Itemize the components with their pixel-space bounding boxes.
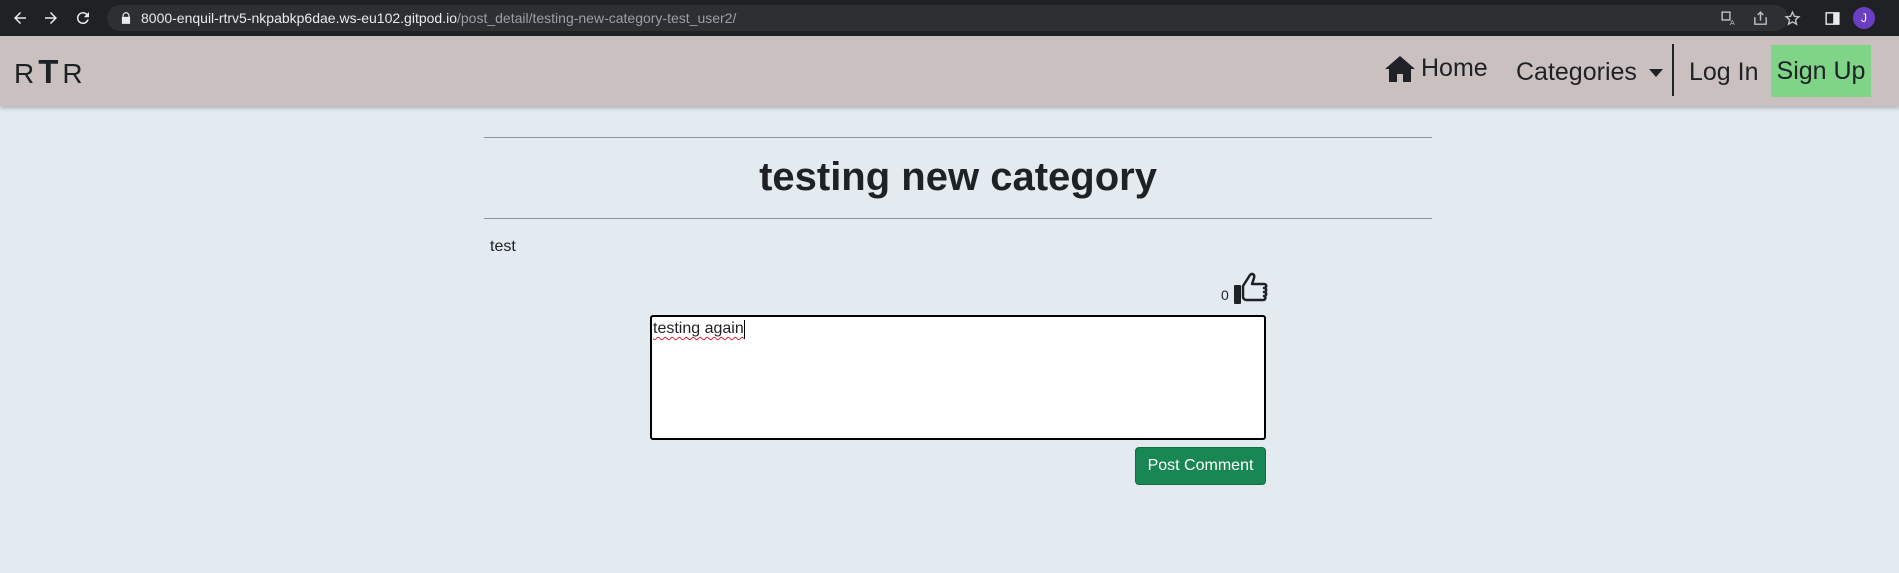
nav-divider [1672, 44, 1674, 96]
url-host: 8000-enquil-rtrv5-nkpabkp6dae.ws-eu102.g… [141, 10, 457, 26]
share-icon [1753, 10, 1767, 25]
reload-icon [76, 12, 89, 25]
brand-logo[interactable]: RTR [14, 53, 87, 91]
forward-button[interactable] [40, 7, 62, 29]
bookmark-button[interactable] [1782, 8, 1802, 28]
share-button[interactable] [1750, 8, 1770, 28]
post-body: test [490, 238, 516, 255]
brand-letter-t: T [38, 53, 63, 90]
back-button[interactable] [9, 7, 31, 29]
browser-toolbar: 8000-enquil-rtrv5-nkpabkp6dae.ws-eu102.g… [0, 0, 1899, 36]
thumbs-up-icon[interactable] [1233, 272, 1268, 305]
title-top-divider [484, 137, 1432, 138]
site-navbar: RTR Home Categories Log In Sign Up [0, 36, 1899, 106]
nav-signup-link[interactable]: Sign Up [1771, 45, 1871, 97]
side-panel-button[interactable] [1822, 8, 1842, 28]
nav-login-link[interactable]: Log In [1689, 58, 1759, 87]
profile-avatar[interactable]: J [1853, 7, 1875, 29]
title-bottom-divider [484, 218, 1432, 219]
nav-categories-dropdown[interactable]: Categories [1516, 58, 1663, 87]
post-comment-button[interactable]: Post Comment [1135, 447, 1266, 485]
caret-down-icon [1648, 68, 1663, 77]
home-icon [1385, 55, 1415, 82]
translate-icon: A [1720, 10, 1734, 26]
text-cursor [744, 320, 745, 339]
arrow-right-icon [45, 12, 57, 24]
address-bar[interactable]: 8000-enquil-rtrv5-nkpabkp6dae.ws-eu102.g… [107, 5, 1788, 31]
nav-home-link[interactable]: Home [1385, 54, 1488, 83]
brand-letter-r2: R [62, 58, 87, 89]
nav-categories-label: Categories [1516, 58, 1637, 86]
translate-button[interactable]: A [1718, 8, 1738, 28]
like-count: 0 [1221, 287, 1229, 303]
lock-icon [119, 11, 133, 25]
nav-home-label: Home [1421, 54, 1488, 82]
arrow-left-icon [14, 12, 26, 24]
brand-letter-r1: R [14, 58, 39, 89]
comment-text-value: testing again [653, 320, 744, 337]
nav-signup-label: Sign Up [1776, 56, 1866, 85]
post-title: testing new category [759, 155, 1157, 199]
reload-button[interactable] [72, 7, 94, 29]
side-panel-icon [1824, 11, 1840, 25]
url-text: 8000-enquil-rtrv5-nkpabkp6dae.ws-eu102.g… [141, 10, 736, 26]
star-icon [1783, 9, 1801, 26]
url-path: /post_detail/testing-new-category-test_u… [456, 10, 737, 26]
svg-text:A: A [1729, 17, 1734, 26]
